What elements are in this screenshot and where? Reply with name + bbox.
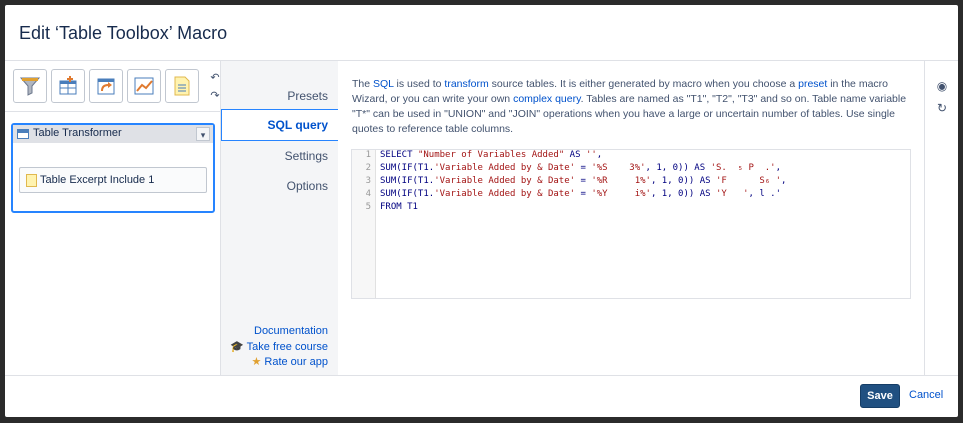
rate-app-label: Rate our app [264,356,328,368]
macro-edit-dialog: Edit ‘Table Toolbox’ Macro ↶ ↷ Table Tra… [5,5,958,417]
tab-presets[interactable]: Presets [287,89,328,103]
pivot-table-button[interactable] [89,69,123,103]
rate-app-link[interactable]: ★ Rate our app [230,355,328,370]
save-button[interactable]: Save [860,384,900,408]
sql-code[interactable]: SELECT "Number of Variables Added" AS ''… [380,150,786,215]
code-line: SUM(IF(T1.'Variable Added by & Date' = '… [380,163,782,173]
line-number: 1 [365,150,371,160]
chevron-down-icon[interactable]: ▾ [196,127,210,141]
chart-icon [134,77,154,95]
eye-icon[interactable]: ◉ [934,79,950,93]
sql-editor[interactable]: 1 2 3 4 5 SELECT "Number of Variables Ad… [351,149,911,299]
desc-text-2: is used to [393,78,445,90]
dialog-footer: Save Cancel [5,375,958,417]
line-number: 3 [365,176,371,186]
filter-button[interactable] [13,69,47,103]
sql-query-panel: The SQL is used to transform source tabl… [338,61,924,375]
free-course-link[interactable]: 🎓 Take free course [230,340,328,355]
star-icon: ★ [251,356,262,368]
tab-sql-query[interactable]: SQL query [221,109,338,141]
code-line: SUM(IF(T1.'Variable Added by & Date' = '… [380,176,787,186]
table-pivot-icon [97,78,115,95]
table-excerpt-node[interactable]: Table Excerpt Include 1 [19,167,207,193]
dialog-body: ↶ ↷ Table Transformer ▾ Table Excerpt In… [5,61,958,375]
graduation-cap-icon: 🎓 [230,341,244,353]
table-excerpt-button[interactable] [165,69,199,103]
page-excerpt-icon [26,174,37,187]
table-excerpt-icon [174,76,190,96]
preset-link[interactable]: preset [798,78,827,90]
transform-link[interactable]: transform [444,78,488,90]
tab-settings[interactable]: Settings [285,149,328,163]
free-course-label: Take free course [246,341,328,353]
macro-tree-panel: ↶ ↷ Table Transformer ▾ Table Excerpt In… [5,61,221,375]
complex-query-link[interactable]: complex query [513,93,581,105]
table-icon [17,129,29,139]
tab-options[interactable]: Options [287,179,328,193]
table-add-icon [59,76,77,95]
add-table-button[interactable] [51,69,85,103]
table-excerpt-label: Table Excerpt Include 1 [40,174,155,186]
table-transformer-node[interactable]: Table Transformer ▾ Table Excerpt Includ… [11,123,215,213]
desc-text-1: The [352,78,374,90]
desc-text-3: source tables. It is either generated by… [488,78,799,90]
chart-button[interactable] [127,69,161,103]
refresh-icon[interactable]: ↻ [934,101,950,115]
settings-nav: Presets SQL query Settings Options Docum… [221,61,338,375]
table-transformer-header[interactable]: Table Transformer ▾ [13,125,213,143]
sql-link[interactable]: SQL [373,78,394,90]
table-transformer-label: Table Transformer [33,127,122,139]
code-line: FROM T1 [380,202,418,212]
documentation-link[interactable]: Documentation [230,325,328,340]
cancel-button[interactable]: Cancel [909,389,943,401]
code-line: SUM(IF(T1.'Variable Added by & Date' = '… [380,189,782,199]
dialog-title: Edit ‘Table Toolbox’ Macro [19,23,228,43]
filter-funnel-icon [19,77,41,96]
help-links: Documentation 🎓 Take free course ★ Rate … [230,325,328,370]
dialog-header: Edit ‘Table Toolbox’ Macro [5,5,958,61]
line-number-gutter: 1 2 3 4 5 [352,150,376,298]
preview-rail: ◉ ↻ [924,61,958,375]
toolbar-divider [5,111,221,112]
line-number: 4 [365,189,371,199]
code-line: SELECT "Number of Variables Added" AS ''… [380,150,603,160]
line-number: 2 [365,163,371,173]
macro-toolbar: ↶ ↷ [13,69,220,107]
sql-description: The SQL is used to transform source tabl… [352,77,912,137]
line-number: 5 [365,202,371,212]
